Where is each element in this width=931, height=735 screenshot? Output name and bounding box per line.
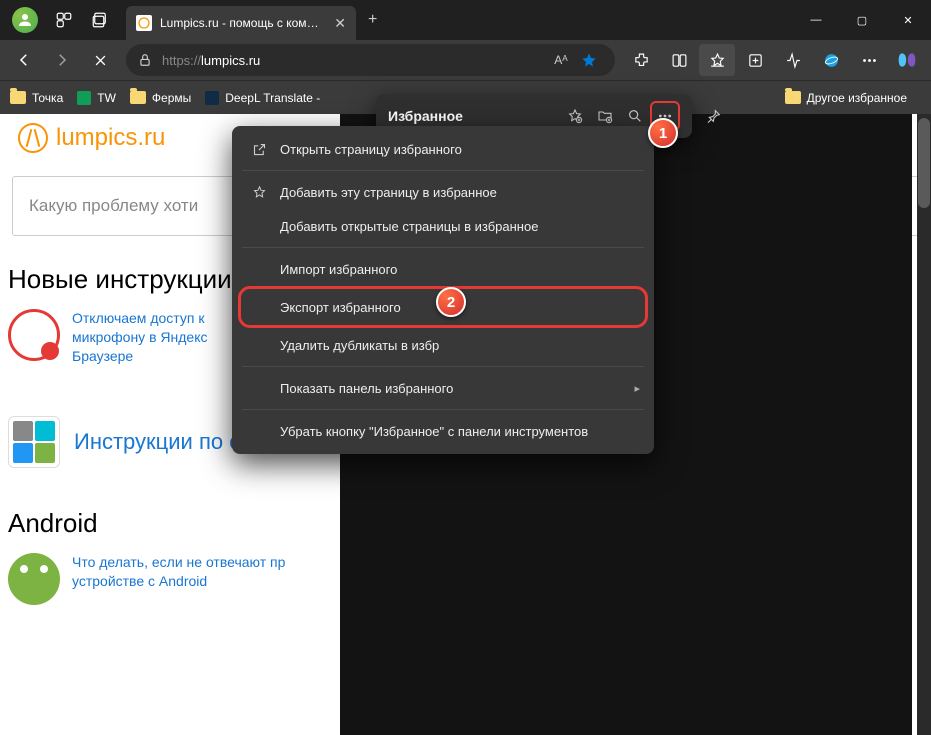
folder-icon xyxy=(785,91,801,104)
star-add-icon xyxy=(248,185,270,200)
close-window-button[interactable]: ✕ xyxy=(885,0,931,40)
tab-close-button[interactable]: ✕ xyxy=(334,15,346,32)
sheets-icon xyxy=(77,91,91,105)
bookmark-label: Точка xyxy=(32,91,63,105)
menu-open-favorites-page[interactable]: Открыть страницу избранного xyxy=(232,132,654,166)
menu-label: Добавить открытые страницы в избранное xyxy=(280,219,538,234)
callout-badge-1: 1 xyxy=(648,118,678,148)
page-scrollbar[interactable] xyxy=(917,114,931,735)
menu-label: Импорт избранного xyxy=(280,262,397,277)
back-button[interactable] xyxy=(6,44,42,76)
profile-avatar[interactable] xyxy=(12,7,38,33)
menu-label: Экспорт избранного xyxy=(280,300,401,315)
menu-remove-favorites-button[interactable]: Убрать кнопку "Избранное" с панели инстр… xyxy=(232,414,654,448)
bookmark-label: Другое избранное xyxy=(807,91,907,105)
menu-show-favorites-bar[interactable]: Показать панель избранного xyxy=(232,371,654,405)
extensions-button[interactable] xyxy=(623,44,659,76)
article-card[interactable]: Отключаем доступ к микрофону в Яндекс Бр… xyxy=(8,309,218,366)
bookmark-item[interactable]: DeepL Translate - xyxy=(205,91,320,105)
menu-import-favorites[interactable]: Импорт избранного xyxy=(232,252,654,286)
window-titlebar: Lumpics.ru - помощь с компьюте ✕ + — ▢ ✕ xyxy=(0,0,931,40)
new-tab-button[interactable]: + xyxy=(368,11,377,29)
menu-separator xyxy=(242,247,644,248)
menu-separator xyxy=(242,409,644,410)
article-link[interactable]: Что делать, если не отвечают прустройств… xyxy=(72,553,285,591)
android-icon xyxy=(8,553,60,605)
favorites-title: Избранное xyxy=(388,108,560,124)
bookmark-label: Фермы xyxy=(152,91,191,105)
performance-button[interactable] xyxy=(775,44,811,76)
copilot-button[interactable] xyxy=(889,44,925,76)
bookmark-item[interactable]: Фермы xyxy=(130,91,191,105)
scrollbar-thumb[interactable] xyxy=(918,118,930,208)
os-icons-grid xyxy=(8,416,60,468)
folder-icon xyxy=(130,91,146,104)
bookmark-item[interactable]: Точка xyxy=(10,91,63,105)
callout-badge-2: 2 xyxy=(436,287,466,317)
lock-icon[interactable] xyxy=(138,53,152,67)
ie-mode-button[interactable] xyxy=(813,44,849,76)
menu-add-this-page[interactable]: Добавить эту страницу в избранное xyxy=(232,175,654,209)
maximize-button[interactable]: ▢ xyxy=(839,0,885,40)
menu-label: Удалить дубликаты в избр xyxy=(280,338,439,353)
forward-button[interactable] xyxy=(44,44,80,76)
yandex-browser-icon xyxy=(8,309,60,361)
other-bookmarks[interactable]: Другое избранное xyxy=(785,91,907,105)
favorites-button[interactable] xyxy=(699,44,735,76)
bookmark-label: TW xyxy=(97,91,116,105)
browser-tab[interactable]: Lumpics.ru - помощь с компьюте ✕ xyxy=(126,6,356,40)
menu-label: Открыть страницу избранного xyxy=(280,142,462,157)
bookmark-label: DeepL Translate - xyxy=(225,91,320,105)
external-link-icon xyxy=(248,142,270,157)
folder-icon xyxy=(10,91,26,104)
menu-separator xyxy=(242,170,644,171)
menu-remove-duplicates[interactable]: Удалить дубликаты в избр xyxy=(232,328,654,362)
tab-favicon-icon xyxy=(136,15,152,31)
favorite-star-icon[interactable] xyxy=(575,52,603,68)
split-screen-button[interactable] xyxy=(661,44,697,76)
site-logo-text[interactable]: lumpics.ru xyxy=(56,124,165,152)
site-logo-icon xyxy=(18,123,48,153)
workspaces-icon[interactable] xyxy=(54,10,74,30)
menu-label: Показать панель избранного xyxy=(280,381,453,396)
browser-toolbar: https://lumpics.ru Aᴬ xyxy=(0,40,931,80)
collections-button[interactable] xyxy=(737,44,773,76)
article-link[interactable]: Отключаем доступ к микрофону в Яндекс Бр… xyxy=(72,309,218,366)
tab-actions-icon[interactable] xyxy=(90,10,110,30)
more-menu-button[interactable] xyxy=(851,44,887,76)
minimize-button[interactable]: — xyxy=(793,0,839,40)
menu-separator xyxy=(242,366,644,367)
tab-title: Lumpics.ru - помощь с компьюте xyxy=(160,16,324,30)
pin-favorites-button[interactable] xyxy=(700,102,728,130)
menu-add-open-pages[interactable]: Добавить открытые страницы в избранное xyxy=(232,209,654,243)
bookmark-item[interactable]: TW xyxy=(77,91,116,105)
menu-label: Убрать кнопку "Избранное" с панели инстр… xyxy=(280,424,588,439)
menu-label: Добавить эту страницу в избранное xyxy=(280,185,497,200)
stop-reload-button[interactable] xyxy=(82,44,118,76)
deepl-icon xyxy=(205,91,219,105)
url-text: https://lumpics.ru xyxy=(162,53,547,68)
address-bar[interactable]: https://lumpics.ru Aᴬ xyxy=(126,44,615,76)
read-aloud-button[interactable]: Aᴬ xyxy=(547,53,575,67)
